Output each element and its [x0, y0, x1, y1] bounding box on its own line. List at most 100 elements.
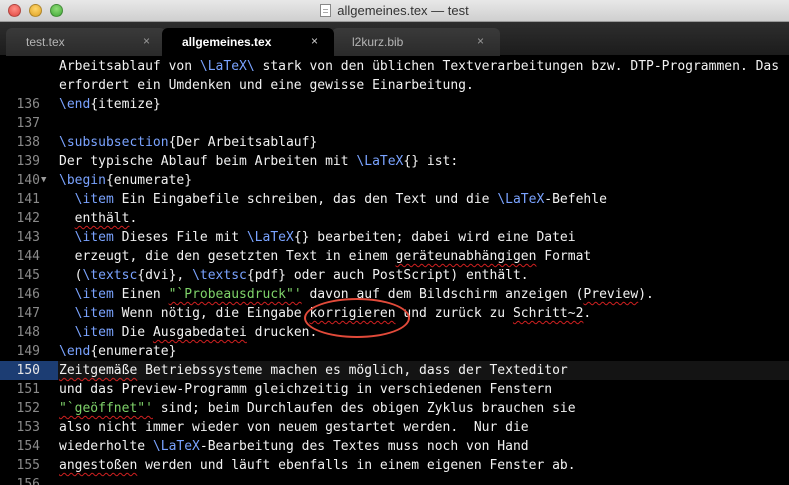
tab-close-icon[interactable]: ×: [143, 34, 150, 48]
code-line[interactable]: 146 \item Einen "`Probeausdruck"' davon …: [0, 285, 789, 304]
line-number: 144: [16, 249, 40, 264]
line-text: also nicht immer wieder von neuem gestar…: [59, 418, 529, 437]
code-line[interactable]: 141 \item Ein Eingabefile schreiben, das…: [0, 190, 789, 209]
line-number: 153: [16, 420, 40, 435]
text-token: .: [129, 211, 138, 226]
text-token: Schritt~2: [512, 306, 584, 321]
document-icon: [320, 4, 332, 17]
code-line[interactable]: 153 also nicht immer wieder von neuem ges…: [0, 418, 789, 437]
line-number: 155: [16, 458, 40, 473]
line-number: 148: [16, 325, 40, 340]
line-number: 141: [16, 192, 40, 207]
latex-command: \textsc: [82, 268, 138, 283]
text-token: Ausgabedatei: [152, 325, 247, 340]
latex-command: \LaTeX: [497, 192, 545, 207]
latex-command: \end: [59, 97, 91, 112]
close-window-button[interactable]: [8, 4, 21, 17]
code-line[interactable]: 143 \item Dieses File mit \LaTeX{} bearb…: [0, 228, 789, 247]
text-token: {pdf} oder auch PostScript) enthält.: [246, 268, 529, 283]
latex-command: \LaTeX: [246, 230, 294, 245]
line-text: "`geöffnet"' sind; beim Durchlaufen des …: [59, 399, 576, 418]
code-line[interactable]: 140 ▼ \begin{enumerate}: [0, 171, 789, 190]
line-text: und das Preview-Programm gleichzeitig in…: [59, 380, 552, 399]
minimize-window-button[interactable]: [29, 4, 42, 17]
text-token: drucken.: [246, 325, 318, 340]
line-text: Zeitgemäße Betriebssysteme machen es mög…: [59, 361, 568, 380]
line-text: Der typische Ablauf beim Arbeiten mit \L…: [59, 152, 458, 171]
line-text: enthält.: [59, 209, 138, 228]
code-line[interactable]: erfordert ein Umdenken und eine gewisse …: [0, 76, 789, 95]
tab-close-icon[interactable]: ×: [477, 34, 484, 48]
tab-l2kurz-bib[interactable]: l2kurz.bib ×: [332, 28, 500, 56]
code-line[interactable]: 155 angestoßen werden und läuft ebenfalls…: [0, 456, 789, 475]
text-token: erzeugt, die den gesetzten Text in einem: [59, 249, 396, 264]
text-token: Format: [536, 249, 592, 264]
line-number: 138: [16, 135, 40, 150]
code-line[interactable]: 144 erzeugt, die den gesetzten Text in e…: [0, 247, 789, 266]
line-text: angestoßen werden und läuft ebenfalls in…: [59, 456, 576, 475]
line-text: \item Ein Eingabefile schreiben, das den…: [59, 190, 607, 209]
line-number: 146: [16, 287, 40, 302]
text-token: Dieses File mit: [113, 230, 247, 245]
text-token: {Der Arbeitsablauf}: [168, 135, 318, 150]
line-text: Arbeitsablauf von \LaTeX\ stark von den …: [59, 57, 779, 76]
text-token: ).: [638, 287, 654, 302]
quoted-string: "`Probeausdruck"': [168, 287, 302, 302]
text-token: und zurück zu: [395, 306, 513, 321]
code-line[interactable]: 136 \end{itemize}: [0, 95, 789, 114]
code-line[interactable]: 137: [0, 114, 789, 133]
latex-command: \item: [74, 306, 114, 321]
text-token: Einen: [113, 287, 169, 302]
tab-close-icon[interactable]: ×: [311, 34, 318, 48]
text-token: {enumerate}: [90, 344, 177, 359]
quoted-string: "`geöffnet"': [59, 401, 153, 416]
line-number: 140: [16, 173, 40, 188]
tab-allgemeines-tex[interactable]: allgemeines.tex ×: [162, 28, 334, 56]
line-number: 143: [16, 230, 40, 245]
code-line[interactable]: 138 \subsubsection{Der Arbeitsablauf}: [0, 133, 789, 152]
text-token: -Befehle: [544, 192, 607, 207]
code-line[interactable]: 152 "`geöffnet"' sind; beim Durchlaufen d…: [0, 399, 789, 418]
text-token: erfordert ein Umdenken und eine gewisse …: [59, 78, 474, 93]
text-token: {itemize}: [90, 97, 161, 112]
text-token: {} bearbeiten; dabei wird eine Datei: [293, 230, 576, 245]
line-number: 152: [16, 401, 40, 416]
zoom-window-button[interactable]: [50, 4, 63, 17]
latex-command: \textsc: [192, 268, 247, 283]
text-token: Die: [113, 325, 153, 340]
text-token: .: [583, 306, 592, 321]
line-text: \begin{enumerate}: [59, 171, 192, 190]
text-token: angestoßen: [59, 458, 138, 473]
line-text: \subsubsection{Der Arbeitsablauf}: [59, 133, 317, 152]
tab-label: allgemeines.tex: [182, 35, 272, 49]
text-token: {dvi},: [137, 268, 193, 283]
latex-command: \subsubsection: [59, 135, 169, 150]
text-token: Wenn nötig, die Eingabe: [113, 306, 310, 321]
code-line[interactable]: 150 Zeitgemäße Betriebssysteme machen es …: [0, 361, 789, 380]
text-token: Der typische Ablauf beim Arbeiten mit: [59, 154, 357, 169]
code-line[interactable]: 139 Der typische Ablauf beim Arbeiten mit…: [0, 152, 789, 171]
code-line[interactable]: 149 \end{enumerate}: [0, 342, 789, 361]
line-number: 137: [16, 116, 40, 131]
code-line[interactable]: 151 und das Preview-Programm gleichzeitig…: [0, 380, 789, 399]
code-line[interactable]: 156: [0, 475, 789, 485]
latex-command: \item: [74, 192, 114, 207]
code-line[interactable]: 142 enthält.: [0, 209, 789, 228]
fold-arrow-icon[interactable]: ▼: [41, 171, 46, 190]
code-line[interactable]: 145 (\textsc{dvi}, \textsc{pdf} oder auc…: [0, 266, 789, 285]
line-number: 136: [16, 97, 40, 112]
latex-command: \LaTeX: [356, 154, 404, 169]
code-line[interactable]: 154 wiederholte \LaTeX-Bearbeitung des Te…: [0, 437, 789, 456]
line-text: \item Dieses File mit \LaTeX{} bearbeite…: [59, 228, 576, 247]
text-token: Arbeitsablauf von: [59, 59, 200, 74]
text-token: Ein Eingabefile schreiben, das den Text …: [113, 192, 498, 207]
code-editor[interactable]: Arbeitsablauf von \LaTeX\ stark von den …: [0, 56, 789, 485]
code-line[interactable]: Arbeitsablauf von \LaTeX\ stark von den …: [0, 57, 789, 76]
tab-test-tex[interactable]: test.tex ×: [6, 28, 166, 56]
window-title: allgemeines.tex — test: [337, 3, 469, 18]
line-number: 142: [16, 211, 40, 226]
